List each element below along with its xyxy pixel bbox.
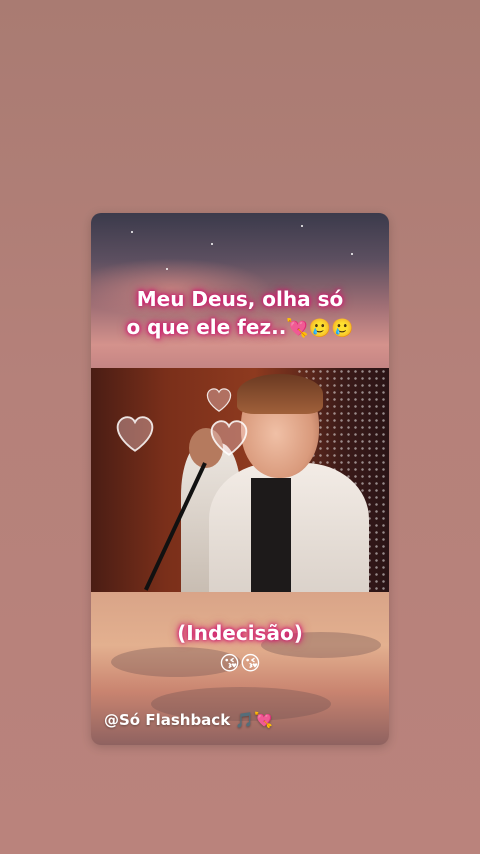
- heart-icon: [116, 416, 154, 452]
- top-caption-line2: o que ele fez..: [126, 315, 287, 339]
- top-caption-emojis: 💘🥲🥲: [286, 318, 354, 339]
- top-sky-panel: Meu Deus, olha só o que ele fez..💘🥲🥲: [91, 213, 389, 368]
- story-card: Meu Deus, olha só o que ele fez..💘🥲🥲 (In…: [91, 213, 389, 745]
- bottom-caption-line1: (Indecisão): [177, 621, 303, 645]
- star: [166, 268, 168, 270]
- watermark-text: @Só Flashback: [104, 711, 231, 729]
- concert-video-frame[interactable]: [91, 368, 389, 592]
- bottom-caption: (Indecisão) 😘😘: [91, 618, 389, 678]
- star: [301, 225, 303, 227]
- watermark-emojis: 🎵💘: [235, 711, 273, 729]
- bottom-sunset-panel: (Indecisão) 😘😘 @Só Flashback 🎵💘: [91, 592, 389, 745]
- heart-icon: [206, 388, 232, 412]
- watermark: @Só Flashback 🎵💘: [104, 711, 273, 729]
- heart-icon: [210, 420, 248, 456]
- bottom-caption-emojis: 😘😘: [219, 651, 261, 675]
- star: [131, 231, 133, 233]
- top-caption-line1: Meu Deus, olha só: [136, 287, 344, 311]
- top-caption: Meu Deus, olha só o que ele fez..💘🥲🥲: [91, 285, 389, 343]
- star: [211, 243, 213, 245]
- singer-hair: [237, 374, 323, 414]
- singer-shirt: [251, 478, 291, 592]
- star: [351, 253, 353, 255]
